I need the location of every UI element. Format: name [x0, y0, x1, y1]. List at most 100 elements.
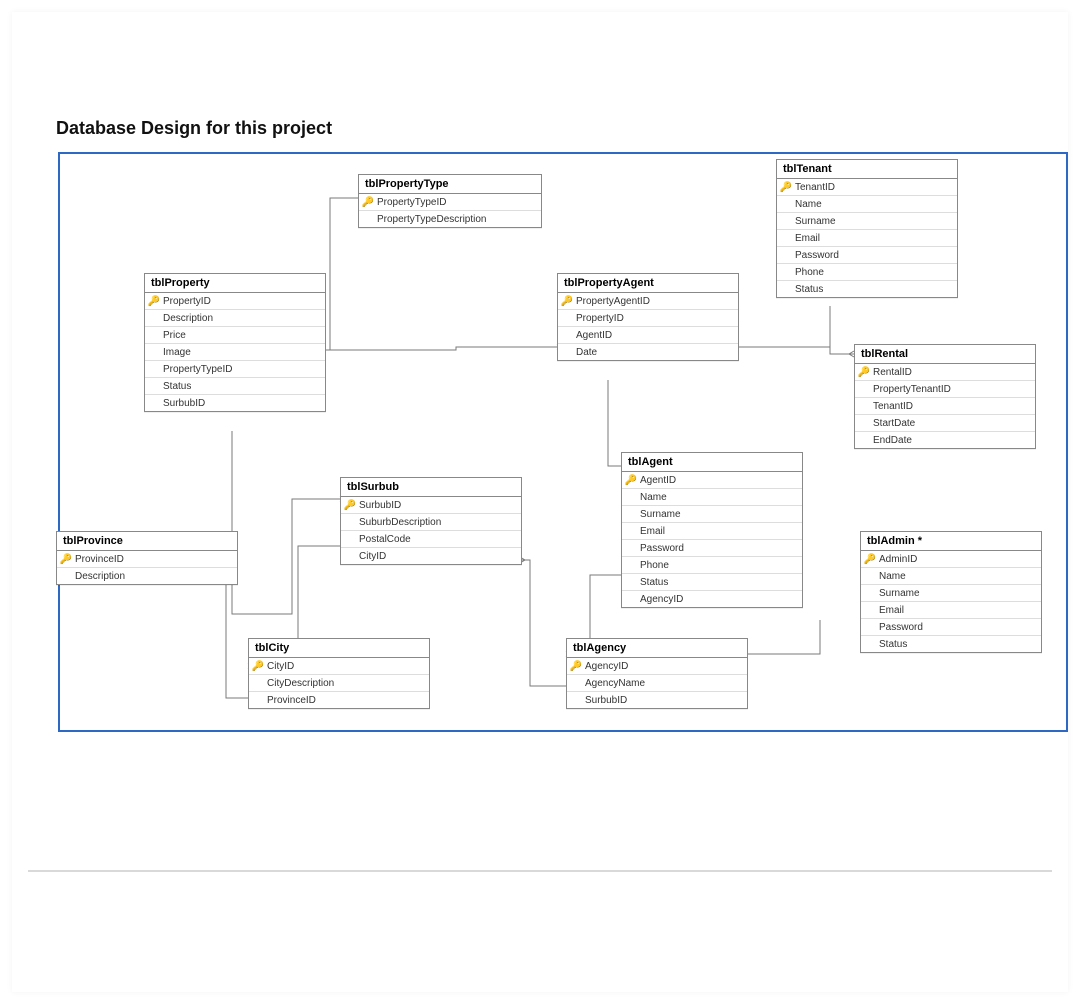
column-row: 🔑RentalID: [855, 364, 1035, 381]
table-province[interactable]: tblProvince 🔑ProvinceIDDescription: [56, 531, 238, 585]
column-row: Surname: [777, 213, 957, 230]
table-title: tblPropertyType: [359, 175, 541, 194]
column-name: CityID: [265, 661, 427, 672]
column-name: Description: [73, 571, 235, 582]
column-row: Surname: [622, 506, 802, 523]
column-row: AgencyName: [567, 675, 747, 692]
column-row: Email: [777, 230, 957, 247]
table-title: tblCity: [249, 639, 429, 658]
column-name: PropertyTenantID: [871, 384, 1033, 395]
table-body: 🔑PropertyIDDescriptionPriceImageProperty…: [145, 293, 325, 411]
table-title: tblPropertyAgent: [558, 274, 738, 293]
primary-key-icon: 🔑: [560, 296, 574, 307]
column-row: SurbubID: [145, 395, 325, 411]
column-name: SurbubID: [357, 500, 519, 511]
column-row: Date: [558, 344, 738, 360]
column-row: Description: [145, 310, 325, 327]
column-name: AgencyID: [638, 594, 800, 605]
column-name: Phone: [793, 267, 955, 278]
table-title: tblTenant: [777, 160, 957, 179]
column-name: Email: [877, 605, 1039, 616]
column-name: Surname: [638, 509, 800, 520]
table-property[interactable]: tblProperty 🔑PropertyIDDescriptionPriceI…: [144, 273, 326, 412]
column-name: AgencyID: [583, 661, 745, 672]
column-name: EndDate: [871, 435, 1033, 446]
column-row: Email: [622, 523, 802, 540]
column-row: Status: [145, 378, 325, 395]
table-body: 🔑TenantID Name Surname Email Password Phone St…: [777, 179, 957, 297]
column-name: AgentID: [574, 330, 736, 341]
column-row: Description: [57, 568, 237, 584]
table-body: 🔑SurbubIDSuburbDescriptionPostalCodeCity…: [341, 497, 521, 564]
table-property-type[interactable]: tblPropertyType 🔑PropertyTypeIDPropertyT…: [358, 174, 542, 228]
column-name: Password: [793, 250, 955, 261]
column-row: 🔑AgencyID: [567, 658, 747, 675]
primary-key-icon: 🔑: [343, 500, 357, 511]
table-agent[interactable]: tblAgent 🔑AgentIDNameSurnameEmailPasswor…: [621, 452, 803, 608]
primary-key-icon: 🔑: [863, 554, 877, 565]
column-row: CityDescription: [249, 675, 429, 692]
column-row: PropertyTenantID: [855, 381, 1035, 398]
primary-key-icon: 🔑: [251, 661, 265, 672]
column-name: Password: [638, 543, 800, 554]
table-rental[interactable]: tblRental 🔑RentalIDPropertyTenantIDTenan…: [854, 344, 1036, 449]
column-row: 🔑TenantID: [777, 179, 957, 196]
primary-key-icon: 🔑: [361, 197, 375, 208]
column-row: Status: [777, 281, 957, 297]
column-row: PropertyID: [558, 310, 738, 327]
column-name: Status: [638, 577, 800, 588]
table-tenant[interactable]: tblTenant 🔑TenantID Name Surname Email Passw…: [776, 159, 958, 298]
column-row: 🔑PropertyAgentID: [558, 293, 738, 310]
column-name: Phone: [638, 560, 800, 571]
column-row: Name: [622, 489, 802, 506]
table-admin[interactable]: tblAdmin * 🔑AdminIDNameSurnameEmailPassw…: [860, 531, 1042, 653]
table-agency[interactable]: tblAgency 🔑AgencyIDAgencyNameSurbubID: [566, 638, 748, 709]
table-body: 🔑AdminIDNameSurnameEmailPasswordStatus: [861, 551, 1041, 652]
column-row: Status: [622, 574, 802, 591]
column-name: ProvinceID: [73, 554, 235, 565]
primary-key-icon: 🔑: [624, 475, 638, 486]
column-name: Name: [877, 571, 1039, 582]
table-property-agent[interactable]: tblPropertyAgent 🔑PropertyAgentIDPropert…: [557, 273, 739, 361]
column-name: Date: [574, 347, 736, 358]
column-name: Name: [638, 492, 800, 503]
column-name: Name: [793, 199, 955, 210]
column-row: AgentID: [558, 327, 738, 344]
table-body: 🔑RentalIDPropertyTenantIDTenantIDStartDa…: [855, 364, 1035, 448]
column-row: SurbubID: [567, 692, 747, 708]
column-name: Status: [161, 381, 323, 392]
column-row: EndDate: [855, 432, 1035, 448]
column-name: ProvinceID: [265, 695, 427, 706]
column-row: Password: [861, 619, 1041, 636]
table-surbub[interactable]: tblSurbub 🔑SurbubIDSuburbDescriptionPost…: [340, 477, 522, 565]
column-name: AgentID: [638, 475, 800, 486]
column-name: PostalCode: [357, 534, 519, 545]
column-row: 🔑AdminID: [861, 551, 1041, 568]
column-row: Password: [777, 247, 957, 264]
column-row: TenantID: [855, 398, 1035, 415]
table-title: tblProperty: [145, 274, 325, 293]
column-name: Email: [638, 526, 800, 537]
column-row: Price: [145, 327, 325, 344]
column-row: 🔑SurbubID: [341, 497, 521, 514]
column-row: 🔑AgentID: [622, 472, 802, 489]
column-row: SuburbDescription: [341, 514, 521, 531]
column-name: SurbubID: [161, 398, 323, 409]
column-row: 🔑PropertyTypeID: [359, 194, 541, 211]
column-name: Price: [161, 330, 323, 341]
column-name: Status: [793, 284, 955, 295]
column-name: Surname: [793, 216, 955, 227]
column-name: PropertyTypeID: [375, 197, 539, 208]
column-row: AgencyID: [622, 591, 802, 607]
table-title: tblProvince: [57, 532, 237, 551]
page-title: Database Design for this project: [56, 118, 332, 139]
column-name: Status: [877, 639, 1039, 650]
table-title: tblSurbub: [341, 478, 521, 497]
diagram-frame: tblPropertyType 🔑PropertyTypeIDPropertyT…: [58, 152, 1068, 732]
table-city[interactable]: tblCity 🔑CityID CityDescription ProvinceID: [248, 638, 430, 709]
column-row: PropertyTypeID: [145, 361, 325, 378]
column-row: PropertyTypeDescription: [359, 211, 541, 227]
column-row: CityID: [341, 548, 521, 564]
table-body: 🔑CityID CityDescription ProvinceID: [249, 658, 429, 708]
table-title: tblAdmin *: [861, 532, 1041, 551]
